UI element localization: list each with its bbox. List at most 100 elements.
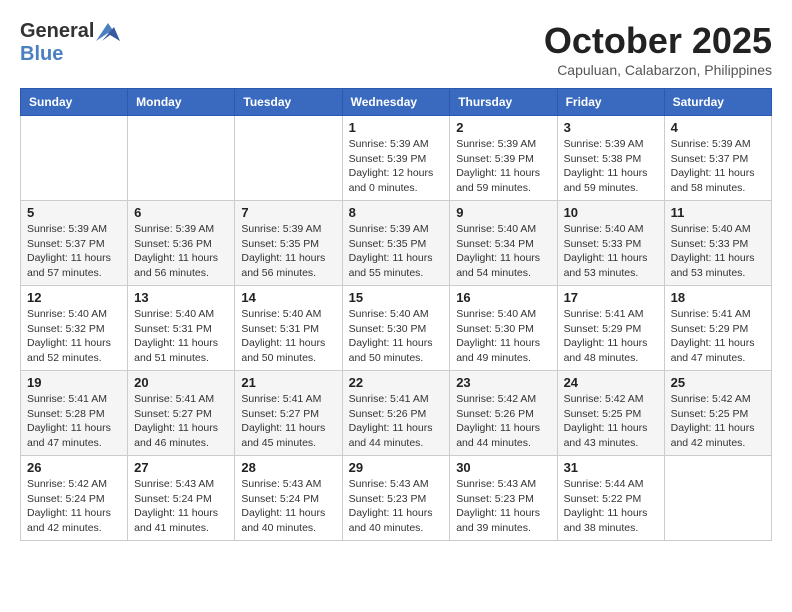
calendar-cell: 14Sunrise: 5:40 AM Sunset: 5:31 PM Dayli…	[235, 286, 342, 371]
day-info: Sunrise: 5:39 AM Sunset: 5:35 PM Dayligh…	[349, 222, 444, 281]
header-tuesday: Tuesday	[235, 89, 342, 116]
day-number: 8	[349, 205, 444, 220]
day-number: 15	[349, 290, 444, 305]
day-number: 7	[241, 205, 335, 220]
header-monday: Monday	[128, 89, 235, 116]
day-number: 21	[241, 375, 335, 390]
day-number: 4	[671, 120, 765, 135]
calendar-cell: 13 Sunrise: 5:40 AM Sunset: 5:31 PM Dayli…	[128, 286, 235, 371]
header-sunday: Sunday	[21, 89, 128, 116]
day-info: Sunrise: 5:41 AM Sunset: 5:27 PM Dayligh…	[134, 392, 228, 451]
calendar-cell: 5 Sunrise: 5:39 AM Sunset: 5:37 PM Daylig…	[21, 201, 128, 286]
calendar-cell: 9Sunrise: 5:40 AM Sunset: 5:34 PM Daylig…	[450, 201, 557, 286]
week-row-2: 5 Sunrise: 5:39 AM Sunset: 5:37 PM Daylig…	[21, 201, 772, 286]
day-number: 26	[27, 460, 121, 475]
calendar-cell: 15 Sunrise: 5:40 AM Sunset: 5:30 PM Dayli…	[342, 286, 450, 371]
day-number: 6	[134, 205, 228, 220]
calendar-cell: 25 Sunrise: 5:42 AM Sunset: 5:25 PM Dayli…	[664, 371, 771, 456]
calendar-cell: 28 Sunrise: 5:43 AM Sunset: 5:24 PM Dayli…	[235, 456, 342, 541]
calendar-header-row: Sunday Monday Tuesday Wednesday Thursday…	[21, 89, 772, 116]
day-number: 20	[134, 375, 228, 390]
day-info: Sunrise: 5:44 AM Sunset: 5:22 PM Dayligh…	[564, 477, 658, 536]
day-number: 22	[349, 375, 444, 390]
week-row-5: 26 Sunrise: 5:42 AM Sunset: 5:24 PM Dayli…	[21, 456, 772, 541]
day-info: Sunrise: 5:39 AM Sunset: 5:37 PM Dayligh…	[27, 222, 121, 281]
day-number: 10	[564, 205, 658, 220]
day-info: Sunrise: 5:40 AM Sunset: 5:31 PM Dayligh…	[134, 307, 228, 366]
day-number: 17	[564, 290, 658, 305]
day-info: Sunrise: 5:40 AM Sunset: 5:34 PM Dayligh…	[456, 222, 550, 281]
header-friday: Friday	[557, 89, 664, 116]
calendar-cell: 18Sunrise: 5:41 AM Sunset: 5:29 PM Dayli…	[664, 286, 771, 371]
day-info: Sunrise: 5:42 AM Sunset: 5:24 PM Dayligh…	[27, 477, 121, 536]
day-number: 23	[456, 375, 550, 390]
day-number: 14	[241, 290, 335, 305]
day-number: 16	[456, 290, 550, 305]
calendar-cell: 2 Sunrise: 5:39 AM Sunset: 5:39 PM Daylig…	[450, 116, 557, 201]
day-number: 27	[134, 460, 228, 475]
calendar-cell: 22 Sunrise: 5:41 AM Sunset: 5:26 PM Dayli…	[342, 371, 450, 456]
calendar-cell	[235, 116, 342, 201]
day-info: Sunrise: 5:39 AM Sunset: 5:37 PM Dayligh…	[671, 137, 765, 196]
page-header: General Blue October 2025 Capuluan, Cala…	[20, 20, 772, 78]
day-number: 30	[456, 460, 550, 475]
day-info: Sunrise: 5:40 AM Sunset: 5:33 PM Dayligh…	[564, 222, 658, 281]
calendar-cell: 31 Sunrise: 5:44 AM Sunset: 5:22 PM Dayli…	[557, 456, 664, 541]
day-number: 24	[564, 375, 658, 390]
day-number: 12	[27, 290, 121, 305]
day-info: Sunrise: 5:43 AM Sunset: 5:23 PM Dayligh…	[349, 477, 444, 536]
day-number: 3	[564, 120, 658, 135]
week-row-1: 1 Sunrise: 5:39 AM Sunset: 5:39 PM Daylig…	[21, 116, 772, 201]
day-number: 29	[349, 460, 444, 475]
month-title: October 2025	[544, 20, 772, 62]
logo-general-text: General	[20, 20, 94, 43]
calendar-cell: 16Sunrise: 5:40 AM Sunset: 5:30 PM Dayli…	[450, 286, 557, 371]
day-info: Sunrise: 5:41 AM Sunset: 5:28 PM Dayligh…	[27, 392, 121, 451]
calendar-cell: 27 Sunrise: 5:43 AM Sunset: 5:24 PM Dayli…	[128, 456, 235, 541]
calendar-cell: 21 Sunrise: 5:41 AM Sunset: 5:27 PM Dayli…	[235, 371, 342, 456]
calendar-cell: 8 Sunrise: 5:39 AM Sunset: 5:35 PM Daylig…	[342, 201, 450, 286]
week-row-3: 12 Sunrise: 5:40 AM Sunset: 5:32 PM Dayli…	[21, 286, 772, 371]
day-number: 2	[456, 120, 550, 135]
day-info: Sunrise: 5:40 AM Sunset: 5:30 PM Dayligh…	[349, 307, 444, 366]
calendar-cell: 30Sunrise: 5:43 AM Sunset: 5:23 PM Dayli…	[450, 456, 557, 541]
calendar-cell	[21, 116, 128, 201]
day-info: Sunrise: 5:43 AM Sunset: 5:24 PM Dayligh…	[241, 477, 335, 536]
title-block: October 2025 Capuluan, Calabarzon, Phili…	[544, 20, 772, 78]
day-number: 5	[27, 205, 121, 220]
day-info: Sunrise: 5:42 AM Sunset: 5:25 PM Dayligh…	[564, 392, 658, 451]
day-info: Sunrise: 5:39 AM Sunset: 5:38 PM Dayligh…	[564, 137, 658, 196]
day-number: 25	[671, 375, 765, 390]
day-info: Sunrise: 5:43 AM Sunset: 5:24 PM Dayligh…	[134, 477, 228, 536]
calendar-cell: 19 Sunrise: 5:41 AM Sunset: 5:28 PM Dayli…	[21, 371, 128, 456]
day-number: 1	[349, 120, 444, 135]
calendar-cell: 11Sunrise: 5:40 AM Sunset: 5:33 PM Dayli…	[664, 201, 771, 286]
day-number: 18	[671, 290, 765, 305]
day-info: Sunrise: 5:40 AM Sunset: 5:32 PM Dayligh…	[27, 307, 121, 366]
day-number: 13	[134, 290, 228, 305]
header-wednesday: Wednesday	[342, 89, 450, 116]
calendar-cell	[128, 116, 235, 201]
calendar-cell: 29 Sunrise: 5:43 AM Sunset: 5:23 PM Dayli…	[342, 456, 450, 541]
calendar-cell: 1Sunrise: 5:39 AM Sunset: 5:39 PM Daylig…	[342, 116, 450, 201]
header-saturday: Saturday	[664, 89, 771, 116]
calendar-cell: 26 Sunrise: 5:42 AM Sunset: 5:24 PM Dayli…	[21, 456, 128, 541]
day-info: Sunrise: 5:39 AM Sunset: 5:35 PM Dayligh…	[241, 222, 335, 281]
week-row-4: 19 Sunrise: 5:41 AM Sunset: 5:28 PM Dayli…	[21, 371, 772, 456]
day-info: Sunrise: 5:41 AM Sunset: 5:27 PM Dayligh…	[241, 392, 335, 451]
header-thursday: Thursday	[450, 89, 557, 116]
calendar-cell: 7 Sunrise: 5:39 AM Sunset: 5:35 PM Daylig…	[235, 201, 342, 286]
calendar-cell: 24 Sunrise: 5:42 AM Sunset: 5:25 PM Dayli…	[557, 371, 664, 456]
day-info: Sunrise: 5:39 AM Sunset: 5:39 PM Dayligh…	[456, 137, 550, 196]
calendar-cell: 23Sunrise: 5:42 AM Sunset: 5:26 PM Dayli…	[450, 371, 557, 456]
day-number: 31	[564, 460, 658, 475]
day-info: Sunrise: 5:41 AM Sunset: 5:29 PM Dayligh…	[564, 307, 658, 366]
calendar-cell: 4 Sunrise: 5:39 AM Sunset: 5:37 PM Daylig…	[664, 116, 771, 201]
calendar-cell: 12 Sunrise: 5:40 AM Sunset: 5:32 PM Dayli…	[21, 286, 128, 371]
day-info: Sunrise: 5:42 AM Sunset: 5:25 PM Dayligh…	[671, 392, 765, 451]
calendar-cell: 6Sunrise: 5:39 AM Sunset: 5:36 PM Daylig…	[128, 201, 235, 286]
day-number: 28	[241, 460, 335, 475]
day-info: Sunrise: 5:41 AM Sunset: 5:26 PM Dayligh…	[349, 392, 444, 451]
day-number: 19	[27, 375, 121, 390]
location: Capuluan, Calabarzon, Philippines	[544, 62, 772, 78]
